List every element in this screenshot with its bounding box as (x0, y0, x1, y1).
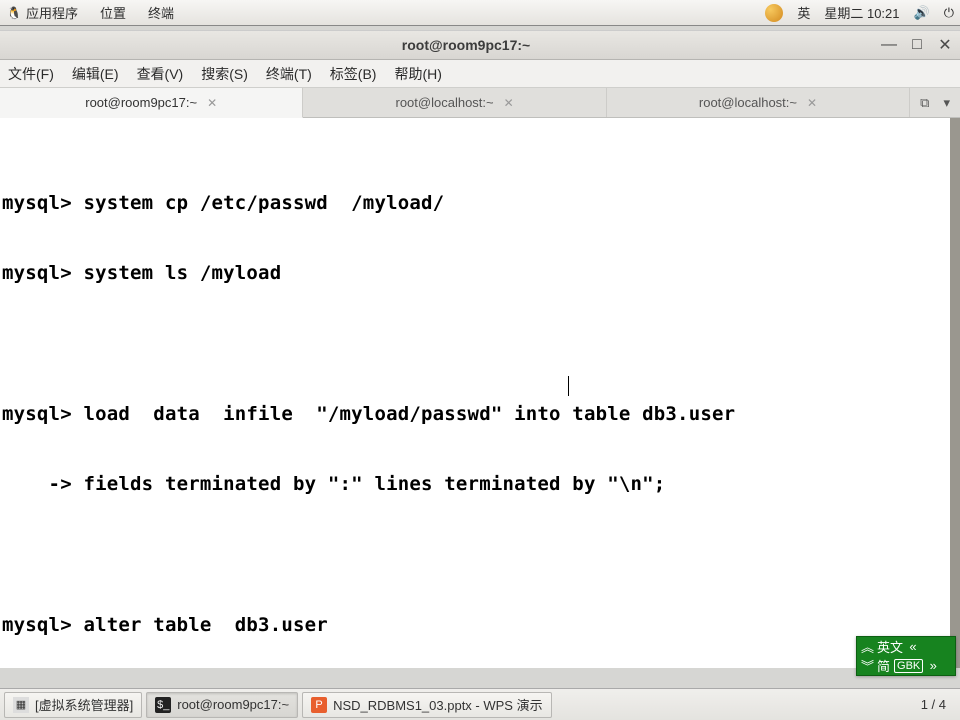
menu-tabs[interactable]: 标签(B) (330, 64, 377, 84)
window-titlebar[interactable]: root@room9pc17:~ — □ ✕ (0, 30, 960, 60)
system-top-panel: 🐧 应用程序 位置 终端 英 星期二 10:21 🔊 ⏻ (0, 0, 960, 26)
minimize-button[interactable]: — (882, 38, 896, 52)
clock[interactable]: 星期二 10:21 (824, 3, 899, 22)
menu-terminal[interactable]: 终端 (148, 3, 174, 22)
taskbar-vm-manager[interactable]: ▦ [虚拟系统管理器] (4, 692, 142, 718)
ime-down-icon[interactable]: ︾ (861, 656, 873, 675)
vm-icon: ▦ (13, 697, 29, 713)
menu-search[interactable]: 搜索(S) (201, 64, 248, 84)
close-button[interactable]: ✕ (938, 38, 952, 52)
taskbar-vm-label: [虚拟系统管理器] (35, 695, 133, 714)
tab-2-close-icon[interactable]: ✕ (504, 96, 514, 110)
taskbar-terminal-label: root@room9pc17:~ (177, 697, 289, 712)
taskbar-wps-label: NSD_RDBMS1_03.pptx - WPS 演示 (333, 695, 543, 714)
terminal-scrollbar[interactable] (950, 118, 960, 668)
taskbar-terminal[interactable]: $_ root@room9pc17:~ (146, 692, 298, 718)
terminal-line: mysql> load data infile "/myload/passwd"… (2, 403, 958, 426)
ime-charset-label: 简 (877, 656, 890, 675)
terminal-line (2, 333, 958, 356)
terminal-window: root@room9pc17:~ — □ ✕ 文件(F) 编辑(E) 查看(V)… (0, 30, 960, 668)
power-icon[interactable]: ⏻ (944, 5, 954, 21)
tab-2[interactable]: root@localhost:~ ✕ (303, 88, 606, 117)
tabs-menu-icon[interactable]: ▾ (943, 95, 950, 111)
menu-applications[interactable]: 应用程序 (26, 3, 78, 22)
input-method-indicator[interactable]: 英 (797, 3, 810, 22)
window-title: root@room9pc17:~ (50, 37, 882, 53)
ime-panel[interactable]: ︽ 英文 « ︾ 简 GBK » (856, 636, 956, 676)
terminal-icon: $_ (155, 697, 171, 713)
terminal-content[interactable]: mysql> system cp /etc/passwd /myload/ my… (0, 118, 960, 668)
tab-2-label: root@localhost:~ (396, 95, 494, 110)
workspace-indicator[interactable]: 1 / 4 (911, 697, 956, 712)
menu-view[interactable]: 查看(V) (137, 64, 184, 84)
new-tab-icon[interactable]: ⧉ (920, 95, 929, 111)
ime-left-icon[interactable]: « (907, 639, 919, 654)
volume-icon[interactable]: 🔊 (914, 5, 930, 21)
ime-encoding-label: GBK (894, 659, 923, 673)
terminal-line: -> fields terminated by ":" lines termin… (2, 473, 958, 496)
tab-1-close-icon[interactable]: ✕ (207, 96, 217, 110)
tab-3[interactable]: root@localhost:~ ✕ (607, 88, 910, 117)
ime-up-icon[interactable]: ︽ (861, 637, 873, 656)
menu-file[interactable]: 文件(F) (8, 64, 54, 84)
tab-3-label: root@localhost:~ (699, 95, 797, 110)
maximize-button[interactable]: □ (910, 38, 924, 52)
menu-help[interactable]: 帮助(H) (394, 64, 441, 84)
system-logo-icon: 🐧 (6, 5, 22, 21)
tab-1[interactable]: root@room9pc17:~ ✕ (0, 88, 303, 118)
bottom-taskbar: ▦ [虚拟系统管理器] $_ root@room9pc17:~ P NSD_RD… (0, 688, 960, 720)
wps-icon: P (311, 697, 327, 713)
ime-mode-label: 英文 (877, 637, 903, 656)
terminal-line: mysql> system ls /myload (2, 262, 958, 285)
menu-edit[interactable]: 编辑(E) (72, 64, 119, 84)
ime-right-icon[interactable]: » (927, 658, 939, 673)
terminal-line (2, 543, 958, 566)
tab-3-close-icon[interactable]: ✕ (807, 96, 817, 110)
terminal-line: mysql> system cp /etc/passwd /myload/ (2, 192, 958, 215)
notification-icon[interactable] (765, 4, 783, 22)
menu-terminal-dropdown[interactable]: 终端(T) (266, 64, 312, 84)
terminal-menubar: 文件(F) 编辑(E) 查看(V) 搜索(S) 终端(T) 标签(B) 帮助(H… (0, 60, 960, 88)
terminal-line: mysql> alter table db3.user (2, 614, 958, 637)
tab-1-label: root@room9pc17:~ (85, 95, 197, 110)
text-caret-icon (568, 376, 569, 396)
terminal-tabbar: root@room9pc17:~ ✕ root@localhost:~ ✕ ro… (0, 88, 960, 118)
taskbar-wps[interactable]: P NSD_RDBMS1_03.pptx - WPS 演示 (302, 692, 552, 718)
menu-locations[interactable]: 位置 (100, 3, 126, 22)
